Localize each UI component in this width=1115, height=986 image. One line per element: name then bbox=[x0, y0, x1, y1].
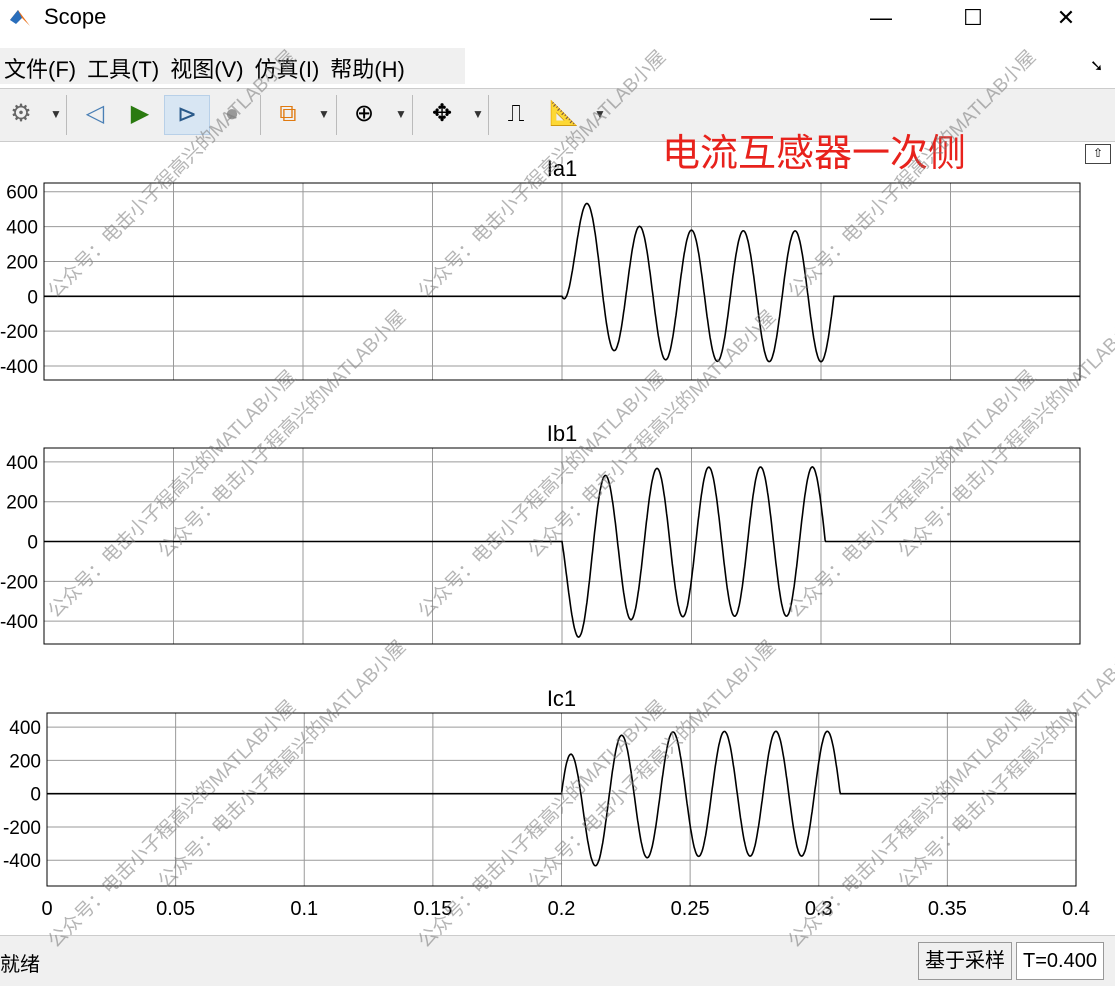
y-tick-label: 200 bbox=[6, 252, 38, 273]
y-tick-label: 200 bbox=[9, 751, 41, 772]
x-tick-label: 0.2 bbox=[548, 898, 576, 920]
x-tick-label: 0.4 bbox=[1062, 898, 1090, 920]
y-tick-label: 400 bbox=[9, 718, 41, 739]
status-bar: 就绪 基于采样 T=0.400 bbox=[0, 935, 1115, 986]
sim-time: T=0.400 bbox=[1016, 942, 1104, 980]
y-tick-label: 200 bbox=[6, 493, 38, 514]
plot-title: Ia1 bbox=[547, 156, 578, 181]
y-tick-label: 0 bbox=[27, 533, 38, 554]
y-tick-label: -400 bbox=[0, 612, 38, 633]
y-tick-label: -200 bbox=[0, 572, 38, 593]
scope-plots: -400 -200 0 200 400 600 Ia1 -400 -200 0 200 400 Ib1 -… bbox=[0, 156, 1090, 920]
y-tick-label: 600 bbox=[6, 183, 38, 204]
x-tick-label: 0.35 bbox=[928, 898, 967, 920]
plot-title: Ic1 bbox=[547, 686, 576, 711]
plot-title: Ib1 bbox=[547, 421, 578, 446]
x-tick-label: 0.05 bbox=[156, 898, 195, 920]
y-tick-label: 0 bbox=[30, 785, 41, 806]
x-tick-label: 0.1 bbox=[290, 898, 318, 920]
x-tick-label: 0 bbox=[41, 898, 52, 920]
x-tick-label: 0.25 bbox=[671, 898, 710, 920]
y-tick-label: -400 bbox=[3, 851, 41, 872]
status-text: 就绪 bbox=[0, 954, 40, 976]
y-tick-label: -200 bbox=[3, 818, 41, 839]
y-tick-label: -200 bbox=[0, 322, 38, 343]
y-tick-label: -400 bbox=[0, 357, 38, 378]
x-tick-label: 0.15 bbox=[413, 898, 452, 920]
sample-mode: 基于采样 bbox=[918, 942, 1012, 980]
y-tick-label: 400 bbox=[6, 218, 38, 239]
y-tick-label: 400 bbox=[6, 453, 38, 474]
y-tick-label: 0 bbox=[27, 287, 38, 308]
x-tick-label: 0.3 bbox=[805, 898, 833, 920]
